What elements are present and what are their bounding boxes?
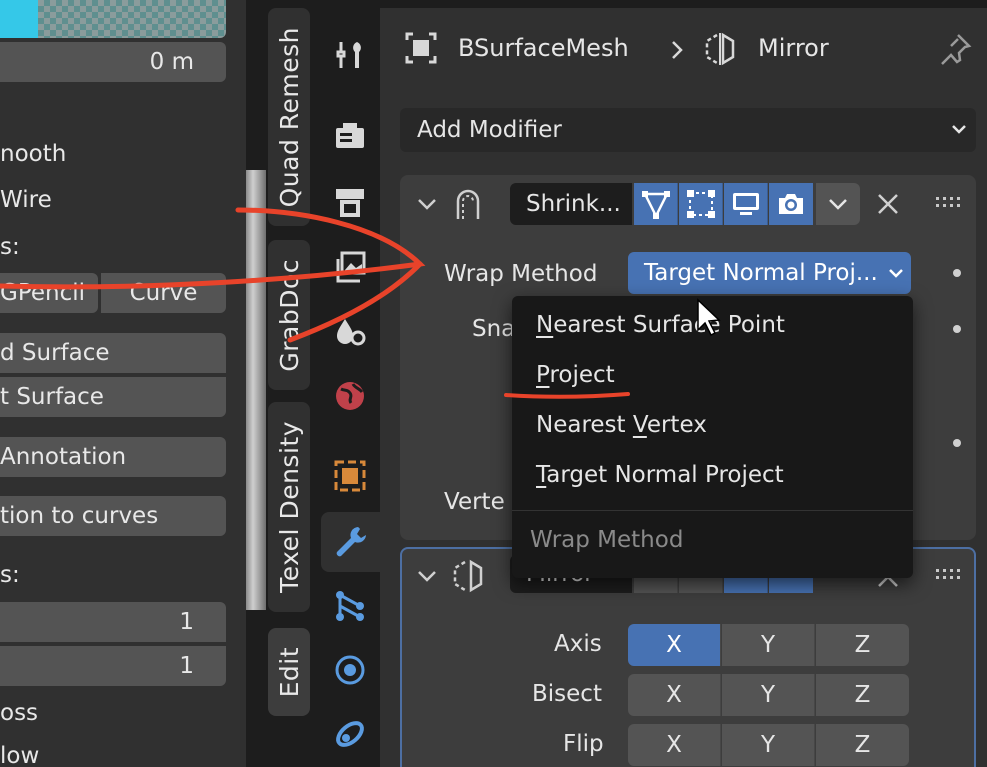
menu-item-target-normal-project[interactable]: Target Normal Project bbox=[536, 462, 784, 488]
collapse-toggle[interactable] bbox=[416, 565, 438, 587]
number-field-2[interactable]: 1 bbox=[0, 646, 226, 686]
close-icon bbox=[878, 194, 898, 214]
snap-mode-label: Sna bbox=[472, 316, 516, 342]
bisect-y-toggle[interactable]: Y bbox=[722, 674, 815, 716]
sidebar-tabs: Quad Remesh GrabDoc Texel Density Edit bbox=[266, 0, 318, 767]
distance-value: 0 m bbox=[149, 49, 194, 75]
section-label: s: bbox=[0, 234, 20, 260]
smooth-option[interactable]: nooth bbox=[0, 141, 66, 167]
keyframe-dot[interactable] bbox=[953, 439, 961, 447]
camera-icon bbox=[779, 194, 803, 214]
properties-tabs bbox=[318, 0, 380, 767]
render-toggle[interactable] bbox=[769, 183, 813, 225]
wrench-icon bbox=[336, 527, 366, 557]
constraints-icon[interactable] bbox=[332, 716, 368, 752]
mirror-icon bbox=[450, 559, 486, 593]
object-name: BSurfaceMesh bbox=[458, 34, 629, 62]
object-icon[interactable] bbox=[332, 458, 368, 494]
mirror-modifier-panel: Mirror Axis X Y Z Bisect X Y Z Flip X Y … bbox=[400, 547, 976, 767]
add-surface-button[interactable]: d Surface bbox=[0, 333, 226, 373]
menu-divider bbox=[512, 510, 913, 511]
flip-y-toggle[interactable]: Y bbox=[722, 724, 815, 766]
keyframe-dot[interactable] bbox=[953, 325, 961, 333]
number-field-1[interactable]: 1 bbox=[0, 602, 226, 642]
bisect-label: Bisect bbox=[532, 681, 602, 707]
world-icon[interactable] bbox=[332, 378, 368, 414]
menu-title: Wrap Method bbox=[530, 527, 684, 553]
edit-mode-cage-toggle[interactable] bbox=[634, 183, 678, 225]
chevron-down-icon bbox=[829, 199, 847, 210]
wrap-method-label: Wrap Method bbox=[444, 261, 598, 287]
pin-icon[interactable] bbox=[938, 32, 972, 66]
modifier-name-breadcrumb: Mirror bbox=[758, 34, 829, 62]
shrinkwrap-icon bbox=[450, 185, 486, 221]
follow-option[interactable]: low bbox=[0, 743, 39, 767]
mirror-modifier-icon bbox=[702, 32, 738, 66]
collapse-toggle[interactable] bbox=[416, 193, 438, 215]
chevron-down-icon bbox=[950, 120, 968, 138]
breadcrumb-separator-icon bbox=[668, 38, 686, 62]
color-swatch[interactable] bbox=[0, 0, 226, 38]
edit-mode-icon bbox=[686, 190, 715, 218]
drag-handle[interactable] bbox=[936, 569, 962, 581]
chevron-down-icon bbox=[887, 264, 905, 282]
edit-surface-button[interactable]: t Surface bbox=[0, 377, 226, 417]
viewport-edge bbox=[246, 0, 266, 767]
triangle-vertex-icon bbox=[641, 191, 670, 219]
grip-icon bbox=[936, 569, 960, 579]
flip-x-toggle[interactable]: X bbox=[628, 724, 721, 766]
modifier-extras-dropdown[interactable] bbox=[816, 183, 860, 225]
wrap-method-dropdown[interactable]: Target Normal Proj... bbox=[628, 252, 911, 294]
render-icon[interactable] bbox=[332, 118, 368, 154]
menu-item-nearest-vertex[interactable]: Nearest Vertex bbox=[536, 412, 707, 438]
bisect-x-toggle[interactable]: X bbox=[628, 674, 721, 716]
drag-handle[interactable] bbox=[936, 197, 962, 209]
keyframe-dot[interactable] bbox=[953, 269, 961, 277]
section-label-2: s: bbox=[0, 562, 20, 588]
tab-texel-density[interactable]: Texel Density bbox=[268, 402, 310, 612]
axis-y-toggle[interactable]: Y bbox=[722, 624, 815, 666]
n-panel: 0 m nooth Wire s: GPencil Curve d Surfac… bbox=[0, 0, 246, 767]
grip-icon bbox=[936, 197, 960, 207]
tab-quad-remesh[interactable]: Quad Remesh bbox=[268, 8, 310, 226]
remove-modifier-button[interactable] bbox=[876, 192, 900, 216]
tab-edit[interactable]: Edit bbox=[268, 628, 310, 716]
curve-button[interactable]: Curve bbox=[101, 273, 226, 313]
mesh-object-icon bbox=[404, 31, 438, 65]
menu-item-nearest-surface-point[interactable]: Nearest Surface Point bbox=[536, 312, 785, 338]
wire-option[interactable]: Wire bbox=[0, 187, 52, 213]
menu-item-project[interactable]: Project bbox=[536, 362, 615, 388]
add-modifier-dropdown[interactable]: Add Modifier bbox=[400, 108, 976, 152]
annotation-button[interactable]: Annotation bbox=[0, 437, 226, 477]
gpencil-button[interactable]: GPencil bbox=[0, 273, 98, 313]
distance-field[interactable]: 0 m bbox=[0, 42, 226, 82]
axis-x-toggle[interactable]: X bbox=[628, 624, 721, 666]
particles-icon[interactable] bbox=[332, 588, 368, 624]
physics-icon[interactable] bbox=[332, 652, 368, 688]
annotation-to-curves-button[interactable]: tion to curves bbox=[0, 496, 226, 536]
axis-label: Axis bbox=[554, 631, 602, 657]
flip-z-toggle[interactable]: Z bbox=[816, 724, 909, 766]
tab-grabdoc[interactable]: GrabDoc bbox=[268, 240, 310, 390]
vertex-group-label: Verte bbox=[444, 489, 505, 515]
edit-mode-toggle[interactable] bbox=[679, 183, 723, 225]
viewport-toggle[interactable] bbox=[724, 183, 768, 225]
wrap-method-menu: Nearest Surface Point Project Nearest Ve… bbox=[512, 296, 913, 578]
modifier-name-field[interactable]: Shrink... bbox=[510, 183, 632, 225]
flip-label: Flip bbox=[563, 731, 604, 757]
tool-icon[interactable] bbox=[332, 38, 368, 74]
scene-icon[interactable] bbox=[332, 314, 368, 350]
axis-z-toggle[interactable]: Z bbox=[816, 624, 909, 666]
cross-option[interactable]: oss bbox=[0, 700, 38, 726]
output-icon[interactable] bbox=[332, 185, 368, 221]
view-layer-icon[interactable] bbox=[332, 249, 368, 285]
modifier-tab[interactable] bbox=[321, 512, 380, 572]
monitor-icon bbox=[732, 193, 759, 215]
bisect-z-toggle[interactable]: Z bbox=[816, 674, 909, 716]
